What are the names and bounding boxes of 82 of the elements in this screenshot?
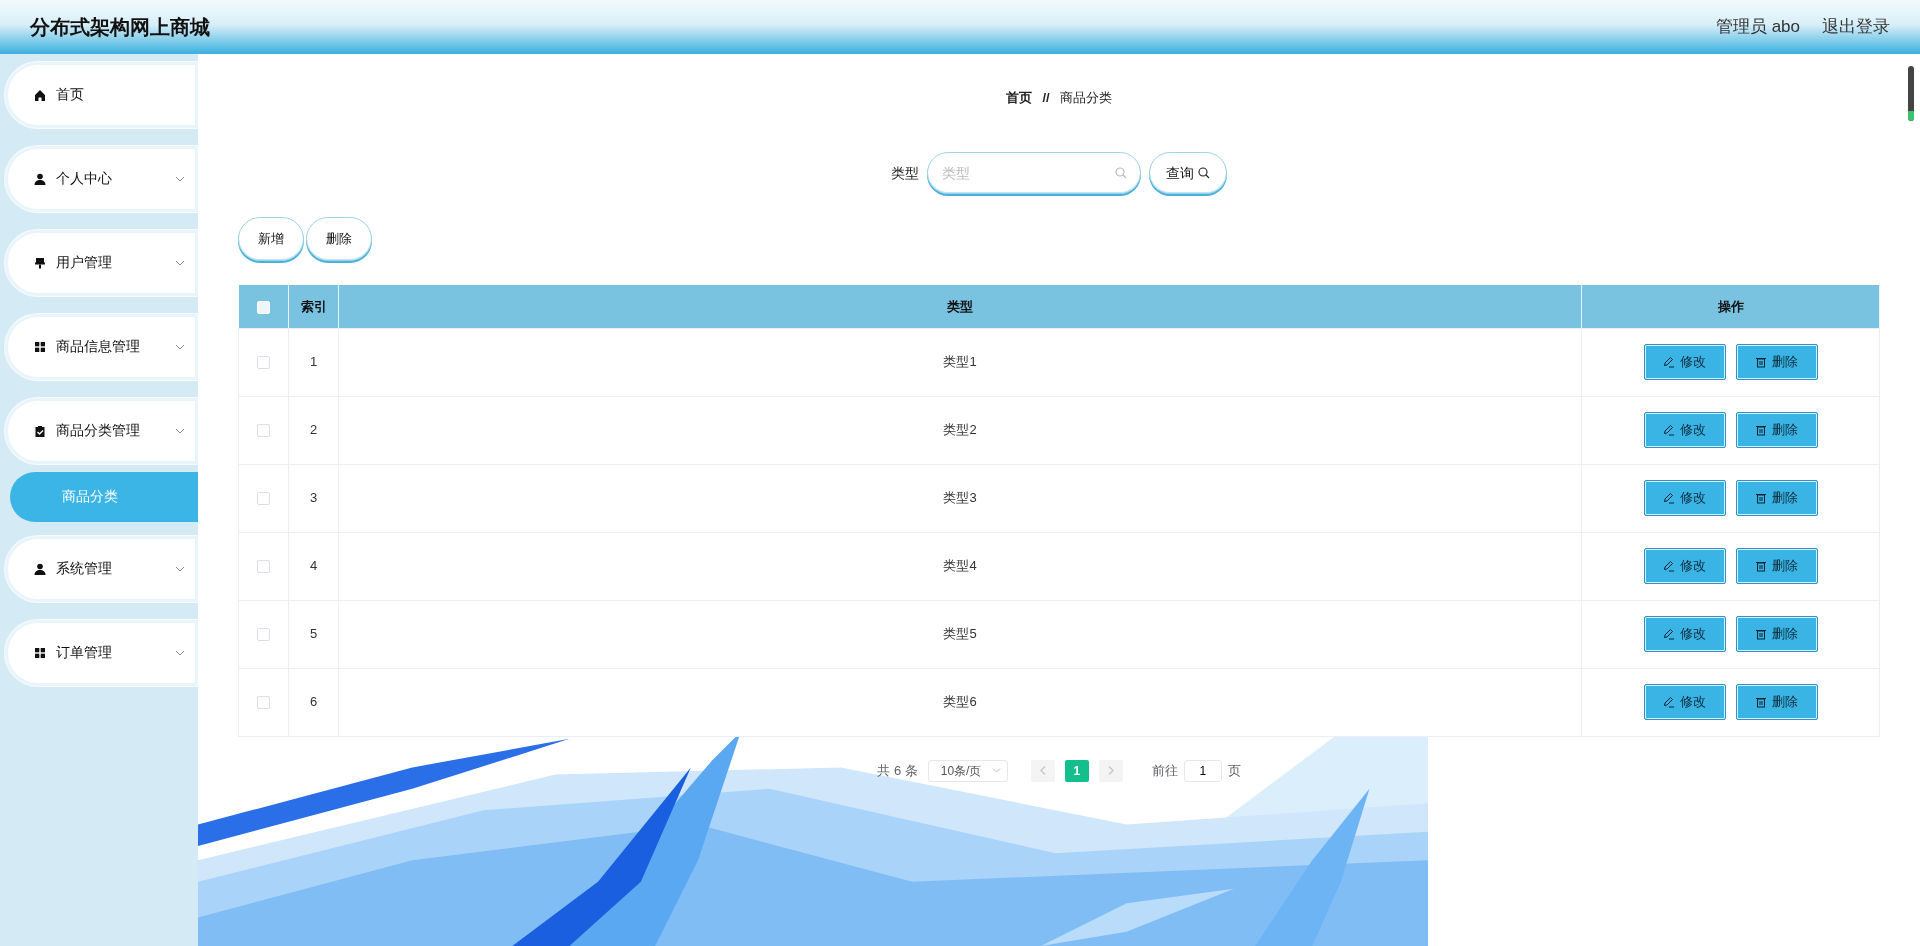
table-cell: 类型6: [338, 668, 1582, 736]
delete-button[interactable]: 删除: [1735, 480, 1818, 516]
grid-icon: [34, 341, 46, 353]
trash-icon: [1755, 696, 1767, 708]
pencil-icon: [1663, 560, 1675, 572]
user-icon: [34, 563, 46, 575]
app-title: 分布式架构网上商城: [30, 15, 210, 40]
menu-item[interactable]: 订单管理: [5, 620, 198, 686]
pencil-icon: [1663, 356, 1675, 368]
delete-button[interactable]: 删除: [1735, 412, 1818, 448]
pencil-icon: [1663, 424, 1675, 436]
table-cell: 类型2: [338, 396, 1582, 464]
column-header: 索引: [288, 285, 339, 328]
table-cell: 1: [288, 328, 339, 396]
trash-icon: [1755, 492, 1767, 504]
edit-button[interactable]: 修改: [1643, 344, 1726, 380]
search-icon: [1198, 167, 1210, 179]
pencil-icon: [1663, 492, 1675, 504]
column-header: 操作: [1581, 285, 1880, 328]
table-cell: 类型4: [338, 532, 1582, 600]
trash-icon: [1755, 356, 1767, 368]
search-icon: [1115, 167, 1127, 179]
edit-button[interactable]: 修改: [1643, 412, 1726, 448]
trash-icon: [1755, 628, 1767, 640]
logout-link[interactable]: 退出登录: [1822, 14, 1890, 40]
table-cell: 类型5: [338, 600, 1582, 668]
table-cell: 类型3: [338, 464, 1582, 532]
user-icon: [34, 173, 46, 185]
trash-icon: [1755, 560, 1767, 572]
chevron-icon: [991, 768, 1001, 773]
clipboard-check-icon: [34, 425, 46, 437]
search-label: 类型: [891, 163, 919, 183]
delete-button[interactable]: 删除: [306, 217, 372, 261]
breadcrumb-item[interactable]: 首页: [1006, 88, 1033, 108]
menu-item[interactable]: 商品分类管理: [5, 398, 198, 464]
select-all-checkbox[interactable]: [256, 300, 270, 314]
table-cell: 5: [288, 600, 339, 668]
menu-item[interactable]: 系统管理: [5, 536, 198, 602]
row-checkbox[interactable]: [257, 696, 270, 710]
chevron-left-icon: [1039, 766, 1046, 775]
breadcrumb-separator: //: [1042, 89, 1050, 108]
search-field[interactable]: 类型: [927, 152, 1141, 194]
trash-icon: [1755, 424, 1767, 436]
goto-label: 前往: [1151, 761, 1178, 780]
menu-item[interactable]: 首页: [5, 62, 198, 128]
edit-button[interactable]: 修改: [1643, 684, 1726, 720]
table-cell: 3: [288, 464, 339, 532]
row-checkbox[interactable]: [257, 628, 270, 642]
menu-item[interactable]: 商品信息管理: [5, 314, 198, 380]
row-checkbox[interactable]: [257, 492, 270, 506]
table-cell: 类型1: [338, 328, 1582, 396]
delete-button[interactable]: 删除: [1735, 344, 1818, 380]
breadcrumb-item: 商品分类: [1059, 89, 1112, 108]
user-label: 管理员 abo: [1715, 16, 1800, 39]
chevron-right-icon: [1107, 766, 1114, 775]
table-cell: 2: [288, 396, 339, 464]
edit-button[interactable]: 修改: [1643, 616, 1726, 652]
pencil-icon: [1663, 628, 1675, 640]
page-input[interactable]: 1: [1183, 759, 1222, 782]
query-button[interactable]: 查询: [1149, 152, 1227, 194]
delete-button[interactable]: 删除: [1735, 548, 1818, 584]
scrollbar-thumb[interactable]: [1908, 66, 1914, 121]
menu-item[interactable]: 用户管理: [5, 230, 198, 296]
row-checkbox[interactable]: [257, 356, 270, 370]
column-header: 类型: [338, 285, 1582, 328]
brush-icon: [34, 257, 46, 269]
table-cell: 6: [288, 668, 339, 736]
pencil-icon: [1663, 696, 1675, 708]
total-count: 共 6 条: [877, 761, 918, 780]
row-checkbox[interactable]: [257, 424, 270, 438]
delete-button[interactable]: 删除: [1735, 616, 1818, 652]
edit-button[interactable]: 修改: [1643, 480, 1726, 516]
page-suffix: 页: [1227, 761, 1241, 780]
row-checkbox[interactable]: [257, 560, 270, 574]
delete-button[interactable]: 删除: [1735, 684, 1818, 720]
home-icon: [34, 89, 46, 101]
menu-item[interactable]: 个人中心: [5, 146, 198, 212]
grid-icon: [34, 647, 46, 659]
page-size-select[interactable]: 10条/页: [927, 759, 1008, 782]
add-button[interactable]: 新增: [238, 217, 304, 261]
table-cell: 4: [288, 532, 339, 600]
edit-button[interactable]: 修改: [1643, 548, 1726, 584]
